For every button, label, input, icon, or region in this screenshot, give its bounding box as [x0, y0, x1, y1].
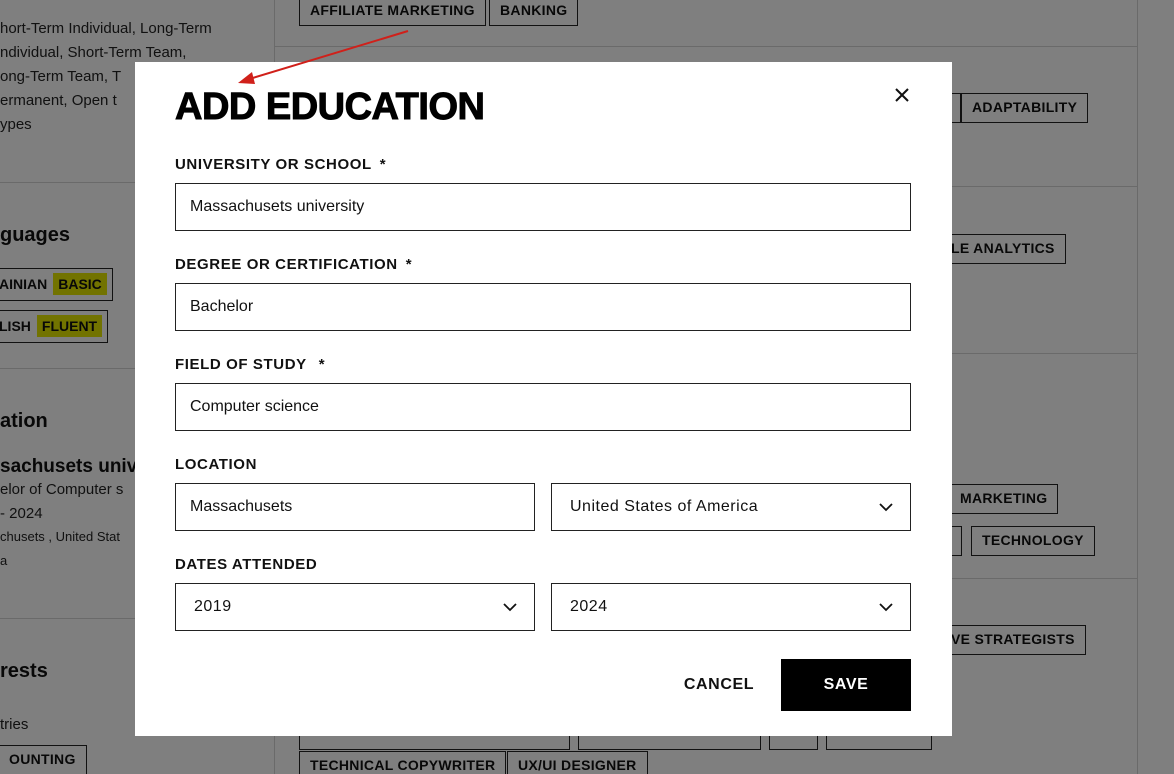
- end-year-value: 2024: [570, 598, 608, 615]
- city-input[interactable]: [175, 483, 535, 531]
- dates-attended-label: DATES ATTENDED: [175, 556, 318, 573]
- close-button[interactable]: [891, 84, 913, 106]
- start-year-value: 2019: [194, 598, 232, 615]
- start-year-select[interactable]: 2019: [175, 583, 535, 631]
- field-of-study-label: FIELD OF STUDY *: [175, 356, 325, 373]
- required-marker: *: [405, 256, 413, 273]
- school-input[interactable]: [175, 183, 911, 231]
- modal-title: ADD EDUCATION: [174, 86, 485, 129]
- chevron-down-icon: [503, 603, 517, 612]
- save-button[interactable]: SAVE: [781, 659, 911, 711]
- add-education-modal: ADD EDUCATION UNIVERSITY OR SCHOOL * DEGR…: [135, 62, 952, 736]
- field-of-study-label-text: FIELD OF STUDY: [175, 356, 307, 373]
- field-of-study-input[interactable]: [175, 383, 911, 431]
- chevron-down-icon: [879, 603, 893, 612]
- cancel-button[interactable]: CANCEL: [679, 659, 759, 711]
- required-marker: *: [318, 356, 326, 373]
- end-year-select[interactable]: 2024: [551, 583, 911, 631]
- close-icon: [895, 88, 909, 102]
- degree-input[interactable]: [175, 283, 911, 331]
- school-label-text: UNIVERSITY OR SCHOOL: [175, 156, 372, 173]
- school-label: UNIVERSITY OR SCHOOL *: [175, 156, 386, 173]
- country-select-value: United States of America: [570, 498, 759, 515]
- country-select[interactable]: United States of America: [551, 483, 911, 531]
- required-marker: *: [379, 156, 387, 173]
- degree-label: DEGREE OR CERTIFICATION *: [175, 256, 412, 273]
- degree-label-text: DEGREE OR CERTIFICATION: [175, 256, 398, 273]
- location-label: LOCATION: [175, 456, 258, 473]
- chevron-down-icon: [879, 503, 893, 512]
